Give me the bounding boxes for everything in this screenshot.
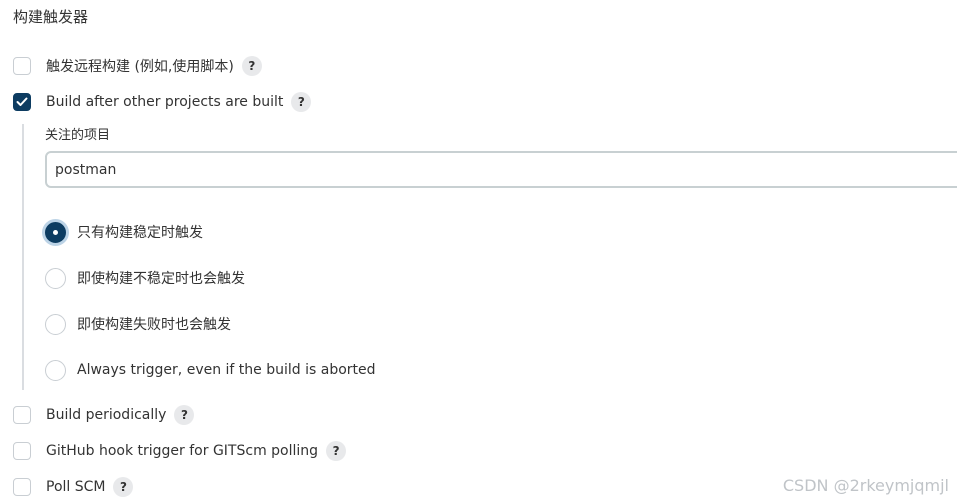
trigger-remote-label[interactable]: 触发远程构建 (例如,使用脚本)	[46, 56, 234, 76]
trigger-poll-scm-checkbox[interactable]	[13, 478, 31, 496]
trigger-poll-scm-label[interactable]: Poll SCM	[46, 479, 105, 495]
trigger-periodically-row[interactable]: Build periodically ?	[13, 404, 195, 426]
trigger-github-hook-row[interactable]: GitHub hook trigger for GITScm polling ?	[13, 440, 347, 462]
trigger-periodically-label[interactable]: Build periodically	[46, 407, 166, 423]
watch-projects-label: 关注的项目	[45, 128, 111, 143]
nested-section-indicator	[22, 124, 24, 390]
help-icon[interactable]: ?	[113, 477, 134, 497]
radio-button[interactable]	[45, 267, 66, 289]
radio-label[interactable]: Always trigger, even if the build is abo…	[77, 362, 376, 378]
radio-button-selected[interactable]	[45, 221, 66, 243]
help-icon[interactable]: ?	[174, 405, 195, 425]
help-icon[interactable]: ?	[291, 92, 312, 112]
radio-even-unstable[interactable]: 即使构建不稳定时也会触发	[45, 266, 245, 290]
trigger-after-other-label[interactable]: Build after other projects are built	[46, 94, 283, 110]
radio-button[interactable]	[45, 313, 66, 335]
trigger-github-hook-checkbox[interactable]	[13, 442, 31, 460]
trigger-remote-checkbox[interactable]	[13, 57, 31, 75]
trigger-after-other-row[interactable]: Build after other projects are built ?	[13, 91, 312, 113]
section-title: 构建触发器	[13, 8, 89, 26]
watch-projects-input[interactable]: postman	[45, 151, 957, 188]
radio-even-failed[interactable]: 即使构建失败时也会触发	[45, 312, 231, 336]
help-icon[interactable]: ?	[241, 56, 262, 76]
radio-always[interactable]: Always trigger, even if the build is abo…	[45, 358, 376, 382]
radio-button[interactable]	[45, 359, 66, 381]
checkmark-icon	[16, 97, 28, 106]
radio-dot	[53, 229, 58, 235]
trigger-github-hook-label[interactable]: GitHub hook trigger for GITScm polling	[46, 443, 318, 459]
trigger-remote-row[interactable]: 触发远程构建 (例如,使用脚本) ?	[13, 55, 262, 77]
trigger-after-other-checkbox[interactable]	[13, 93, 31, 111]
radio-stable-only[interactable]: 只有构建稳定时触发	[45, 220, 203, 244]
help-icon[interactable]: ?	[326, 441, 347, 461]
trigger-poll-scm-row[interactable]: Poll SCM ?	[13, 476, 134, 498]
radio-label[interactable]: 即使构建不稳定时也会触发	[77, 268, 245, 288]
trigger-periodically-checkbox[interactable]	[13, 406, 31, 424]
radio-label[interactable]: 即使构建失败时也会触发	[77, 314, 231, 334]
watermark: CSDN @2rkeymjqmjl	[782, 476, 949, 495]
radio-label[interactable]: 只有构建稳定时触发	[77, 222, 203, 242]
build-triggers-panel: 构建触发器 触发远程构建 (例如,使用脚本) ? Build after oth…	[0, 0, 957, 503]
